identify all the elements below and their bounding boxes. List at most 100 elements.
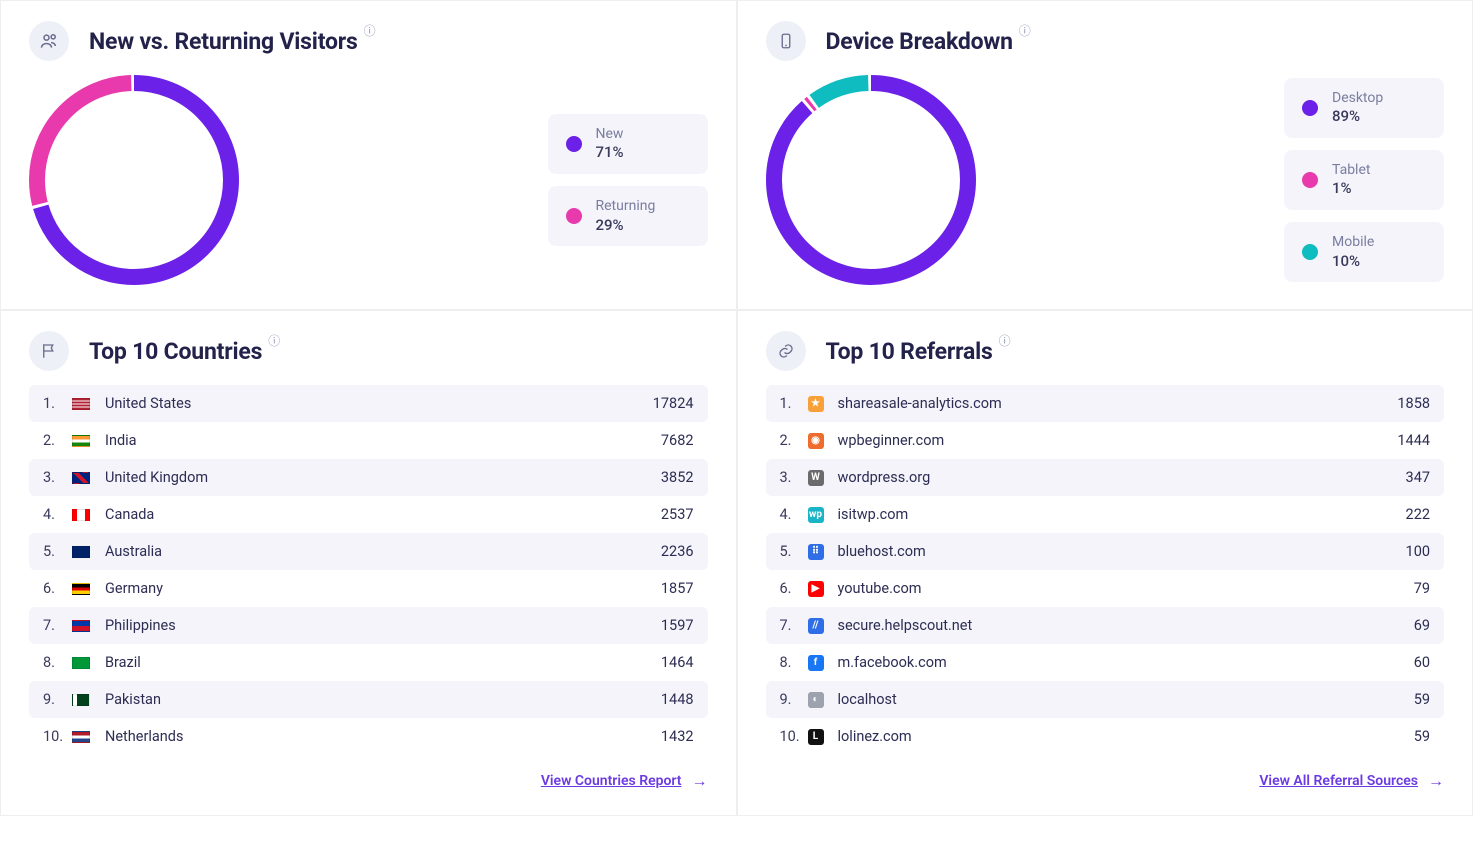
- flag-icon-de: [71, 582, 91, 596]
- table-row[interactable]: 10. Netherlands 1432: [29, 718, 708, 755]
- row-name: bluehost.com: [838, 543, 1406, 560]
- row-count: 17824: [653, 395, 694, 412]
- table-row[interactable]: 4. Canada 2537: [29, 496, 708, 533]
- row-count: 100: [1406, 543, 1430, 560]
- favicon-icon: W: [808, 470, 824, 486]
- table-row[interactable]: 5. ⠿ bluehost.com 100: [766, 533, 1445, 570]
- legend-value: 10%: [1332, 252, 1374, 271]
- flag-icon: [29, 331, 69, 371]
- row-rank: 1.: [43, 395, 71, 412]
- panel-title: Top 10 Countries: [89, 338, 262, 365]
- row-count: 222: [1406, 506, 1430, 523]
- table-row[interactable]: 9. ◐ localhost 59: [766, 681, 1445, 718]
- legend-swatch: [1302, 172, 1318, 188]
- panel-title: Top 10 Referrals: [826, 338, 993, 365]
- row-rank: 2.: [780, 432, 808, 449]
- favicon-icon: f: [808, 655, 824, 671]
- view-referrals-link[interactable]: View All Referral Sources: [1259, 773, 1418, 789]
- table-row[interactable]: 9. Pakistan 1448: [29, 681, 708, 718]
- favicon-icon: wp: [808, 507, 824, 523]
- row-rank: 10.: [780, 728, 808, 745]
- table-row[interactable]: 2. India 7682: [29, 422, 708, 459]
- row-rank: 9.: [780, 691, 808, 708]
- table-row[interactable]: 8. Brazil 1464: [29, 644, 708, 681]
- view-countries-link[interactable]: View Countries Report: [541, 773, 682, 789]
- table-row[interactable]: 10. L lolinez.com 59: [766, 718, 1445, 755]
- info-icon[interactable]: ⓘ: [268, 332, 280, 349]
- row-name: United States: [105, 395, 653, 412]
- legend-item[interactable]: Desktop 89%: [1284, 78, 1444, 138]
- row-rank: 2.: [43, 432, 71, 449]
- row-rank: 4.: [780, 506, 808, 523]
- table-row[interactable]: 5. Australia 2236: [29, 533, 708, 570]
- row-count: 79: [1414, 580, 1430, 597]
- row-count: 59: [1414, 691, 1430, 708]
- row-count: 347: [1406, 469, 1430, 486]
- table-row[interactable]: 6. ▶ youtube.com 79: [766, 570, 1445, 607]
- row-count: 1432: [661, 728, 694, 745]
- visitors-legend: New 71% Returning 29%: [548, 114, 708, 247]
- table-row[interactable]: 2. ◉ wpbeginner.com 1444: [766, 422, 1445, 459]
- legend-label: Desktop: [1332, 90, 1383, 108]
- row-count: 69: [1414, 617, 1430, 634]
- table-row[interactable]: 3. W wordpress.org 347: [766, 459, 1445, 496]
- favicon-icon: ◉: [808, 433, 824, 449]
- row-count: 1597: [661, 617, 694, 634]
- table-row[interactable]: 4. wp isitwp.com 222: [766, 496, 1445, 533]
- table-row[interactable]: 3. United Kingdom 3852: [29, 459, 708, 496]
- table-row[interactable]: 1. United States 17824: [29, 385, 708, 422]
- row-count: 2236: [661, 543, 694, 560]
- devices-legend: Desktop 89% Tablet 1% Mobile 10%: [1284, 78, 1444, 283]
- legend-label: Tablet: [1332, 162, 1370, 180]
- legend-swatch: [566, 136, 582, 152]
- countries-list: 1. United States 17824 2. India 7682 3. …: [29, 385, 708, 755]
- row-name: Australia: [105, 543, 661, 560]
- row-count: 1857: [661, 580, 694, 597]
- row-rank: 3.: [780, 469, 808, 486]
- referrals-panel: Top 10 Referrals ⓘ 1. ★ shareasale-analy…: [737, 310, 1473, 816]
- row-count: 3852: [661, 469, 694, 486]
- visitors-donut-chart: [29, 75, 239, 285]
- row-rank: 6.: [43, 580, 71, 597]
- legend-value: 1%: [1332, 179, 1370, 198]
- table-row[interactable]: 7. // secure.helpscout.net 69: [766, 607, 1445, 644]
- row-name: youtube.com: [838, 580, 1414, 597]
- row-rank: 9.: [43, 691, 71, 708]
- legend-item[interactable]: Returning 29%: [548, 186, 708, 246]
- legend-item[interactable]: New 71%: [548, 114, 708, 174]
- favicon-icon: L: [808, 729, 824, 745]
- row-rank: 8.: [43, 654, 71, 671]
- table-row[interactable]: 6. Germany 1857: [29, 570, 708, 607]
- legend-item[interactable]: Tablet 1%: [1284, 150, 1444, 210]
- legend-swatch: [1302, 100, 1318, 116]
- row-count: 7682: [661, 432, 694, 449]
- row-name: m.facebook.com: [838, 654, 1414, 671]
- favicon-icon: ★: [808, 396, 824, 412]
- row-name: isitwp.com: [838, 506, 1406, 523]
- link-icon: [766, 331, 806, 371]
- visitors-panel: New vs. Returning Visitors ⓘ New 71% Ret…: [0, 0, 737, 310]
- legend-item[interactable]: Mobile 10%: [1284, 222, 1444, 282]
- row-rank: 1.: [780, 395, 808, 412]
- row-name: wpbeginner.com: [838, 432, 1398, 449]
- row-name: Philippines: [105, 617, 661, 634]
- row-name: secure.helpscout.net: [838, 617, 1414, 634]
- info-icon[interactable]: ⓘ: [999, 332, 1011, 349]
- table-row[interactable]: 8. f m.facebook.com 60: [766, 644, 1445, 681]
- row-rank: 5.: [43, 543, 71, 560]
- table-row[interactable]: 1. ★ shareasale-analytics.com 1858: [766, 385, 1445, 422]
- flag-icon-pk: [71, 693, 91, 707]
- row-count: 59: [1414, 728, 1430, 745]
- people-icon: [29, 21, 69, 61]
- info-icon[interactable]: ⓘ: [364, 22, 376, 39]
- legend-value: 71%: [596, 143, 624, 162]
- row-name: Brazil: [105, 654, 661, 671]
- legend-label: Mobile: [1332, 234, 1374, 252]
- info-icon[interactable]: ⓘ: [1019, 22, 1031, 39]
- row-rank: 4.: [43, 506, 71, 523]
- devices-donut-chart: [766, 75, 976, 285]
- favicon-icon: ▶: [808, 581, 824, 597]
- flag-icon-nl: [71, 730, 91, 744]
- table-row[interactable]: 7. Philippines 1597: [29, 607, 708, 644]
- row-rank: 5.: [780, 543, 808, 560]
